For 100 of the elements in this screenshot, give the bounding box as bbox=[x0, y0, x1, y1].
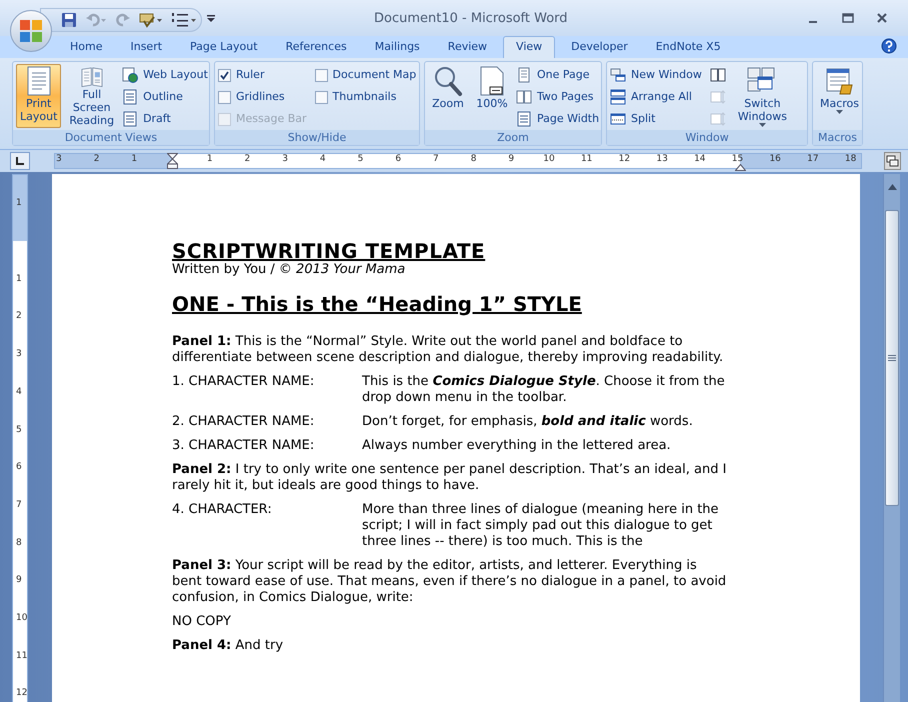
ribbon-button[interactable]: One Page bbox=[516, 64, 604, 86]
ruler-number: 14 bbox=[694, 155, 706, 164]
checkbox[interactable]: Gridlines bbox=[218, 86, 311, 108]
ruler-number: 3 bbox=[56, 155, 62, 164]
ruler-number: 10 bbox=[543, 155, 555, 164]
ruler-number: 2 bbox=[244, 155, 250, 164]
ruler-number: 12 bbox=[618, 155, 630, 164]
window-title: Document10 - Microsoft Word bbox=[374, 10, 568, 28]
ribbon-button[interactable]: Split bbox=[610, 108, 706, 130]
scroll-up-icon[interactable] bbox=[888, 184, 897, 190]
ribbon-button[interactable]: Full Screen Reading bbox=[65, 64, 118, 128]
ribbon-button[interactable]: Web Layout bbox=[122, 64, 212, 86]
ruler-number: 2 bbox=[16, 311, 22, 322]
ruler-number: 1 bbox=[16, 198, 22, 208]
ruler-number: 2 bbox=[94, 155, 100, 164]
ribbon-tab[interactable]: Review bbox=[434, 36, 502, 58]
ruler-number: 5 bbox=[16, 424, 22, 434]
windows-icon bbox=[610, 67, 626, 83]
ribbon-button[interactable]: 100% bbox=[472, 64, 512, 128]
ribbon-button[interactable]: Macros bbox=[816, 64, 864, 128]
office-logo-icon bbox=[18, 18, 44, 44]
ruler-number: 17 bbox=[807, 155, 819, 164]
ribbon-tab[interactable]: View bbox=[503, 36, 556, 58]
numbering-icon[interactable] bbox=[171, 12, 197, 28]
checkbox-box-icon bbox=[218, 112, 231, 126]
character-name: 4. CHARACTER: bbox=[172, 502, 273, 519]
ruler-number: 8 bbox=[470, 155, 476, 164]
ruler-number: 10 bbox=[16, 613, 28, 623]
dialogue-text: This is the Comics Dialogue Style. Choose it from the drop down menu in the toolbar. bbox=[362, 374, 726, 406]
ruler-number: 9 bbox=[16, 575, 22, 586]
ruler-number: 7 bbox=[16, 500, 22, 510]
ruler-number: 11 bbox=[580, 155, 592, 164]
checkbox-box-icon bbox=[218, 68, 231, 82]
ribbon-tab[interactable]: References bbox=[272, 36, 361, 58]
ruler-number: 3 bbox=[282, 155, 288, 164]
ruler-number: 8 bbox=[16, 538, 22, 548]
dialogue-text: More than three lines of dialogue (meaning here in the script; I will in fact simply pad out this dialogue to get three lines -- there) is too much. This is the bbox=[362, 502, 720, 550]
view-ruler-button[interactable] bbox=[884, 152, 901, 170]
checkbox-box-icon bbox=[218, 90, 231, 104]
checkbox[interactable]: Ruler bbox=[218, 64, 311, 86]
paragraph: NO COPY bbox=[172, 614, 232, 630]
ribbon-button[interactable]: Page Width bbox=[516, 108, 604, 130]
character-name: 2. CHARACTER NAME: bbox=[172, 414, 316, 430]
ribbon-button[interactable]: Draft bbox=[122, 108, 212, 130]
pages-icon bbox=[516, 89, 532, 105]
ruler-number: 13 bbox=[656, 155, 668, 164]
ribbon-tab[interactable]: Insert bbox=[116, 36, 176, 58]
vertical-scrollbar[interactable] bbox=[883, 174, 900, 702]
ruler-number: 6 bbox=[395, 155, 402, 164]
ribbon-button[interactable]: Arrange All bbox=[610, 86, 706, 108]
ribbon-button[interactable]: Outline bbox=[122, 86, 212, 108]
ribbon-tab[interactable]: Home bbox=[56, 36, 116, 58]
globe-page-icon bbox=[122, 67, 138, 83]
grip-icon bbox=[888, 355, 896, 361]
ruler-number: 9 bbox=[508, 155, 514, 164]
ribbon-button[interactable]: New Window bbox=[610, 64, 706, 86]
page-icon bbox=[516, 67, 532, 83]
ruler-number: 5 bbox=[358, 155, 364, 164]
save-icon[interactable] bbox=[61, 12, 77, 28]
close-icon[interactable] bbox=[876, 12, 888, 24]
ruler-number: 18 bbox=[844, 155, 856, 164]
checkbox[interactable]: Document Map bbox=[314, 64, 420, 86]
customize-toolbar-icon[interactable] bbox=[207, 15, 215, 23]
ribbon-tab[interactable]: Developer bbox=[557, 36, 642, 58]
ribbon-button[interactable]: Two Pages bbox=[516, 86, 604, 108]
ribbon-tab[interactable]: EndNote X5 bbox=[642, 36, 735, 58]
heading: ONE - This is the “Heading 1” STYLE bbox=[172, 292, 582, 316]
paragraph: Panel 1: This is the “Normal” Style. Write out the world panel and boldface to differentiate between scene description and dialogue, thereby improving readability. bbox=[172, 334, 724, 366]
ribbon-tab[interactable]: Page Layout bbox=[176, 36, 272, 58]
checkbox-box-icon bbox=[314, 90, 328, 104]
dialogue-text: Don’t forget, for emphasis, bold and italic words. bbox=[362, 414, 694, 430]
checkbox-box-icon bbox=[314, 68, 328, 82]
group-label: Zoom bbox=[425, 130, 601, 145]
ruler-number: 6 bbox=[16, 462, 22, 472]
character-name: 3. CHARACTER NAME: bbox=[172, 438, 316, 454]
page-icon bbox=[122, 89, 138, 105]
document-title: SCRIPTWRITING TEMPLATE bbox=[172, 240, 486, 262]
ruler-number: 4 bbox=[16, 386, 22, 397]
byline: Written by You / © 2013 Your Mama bbox=[172, 262, 406, 278]
ruler-number: 1 bbox=[131, 155, 138, 164]
ribbon-button[interactable]: Switch Windows bbox=[734, 64, 791, 128]
group-label: Show/Hide bbox=[215, 130, 419, 145]
checkbox[interactable]: Thumbnails bbox=[314, 86, 420, 108]
ruler-number: 3 bbox=[16, 349, 22, 360]
ruler-number: 1 bbox=[206, 155, 213, 164]
group-label: Macros bbox=[813, 130, 862, 145]
maximize-icon[interactable] bbox=[842, 13, 854, 23]
tab-selector[interactable] bbox=[10, 152, 30, 170]
ribbon-button[interactable]: Print Layout bbox=[16, 64, 62, 128]
scrollbar-thumb[interactable] bbox=[885, 210, 899, 506]
spelling-icon[interactable] bbox=[139, 12, 163, 28]
ruler-number: 12 bbox=[16, 688, 28, 698]
stacked-windows-icon bbox=[610, 89, 626, 105]
ruler-number: 11 bbox=[16, 650, 28, 661]
paragraph: Panel 2: I try to only write one sentence per panel description. That’s an ideal, and I rarely hit it, but ideals are good things to have. bbox=[172, 462, 728, 494]
page-icon bbox=[122, 111, 138, 127]
left-tab-icon bbox=[16, 157, 24, 165]
ribbon-button[interactable]: Zoom bbox=[428, 64, 468, 128]
ribbon-tab[interactable]: Mailings bbox=[360, 36, 434, 58]
help-icon[interactable] bbox=[881, 38, 897, 54]
